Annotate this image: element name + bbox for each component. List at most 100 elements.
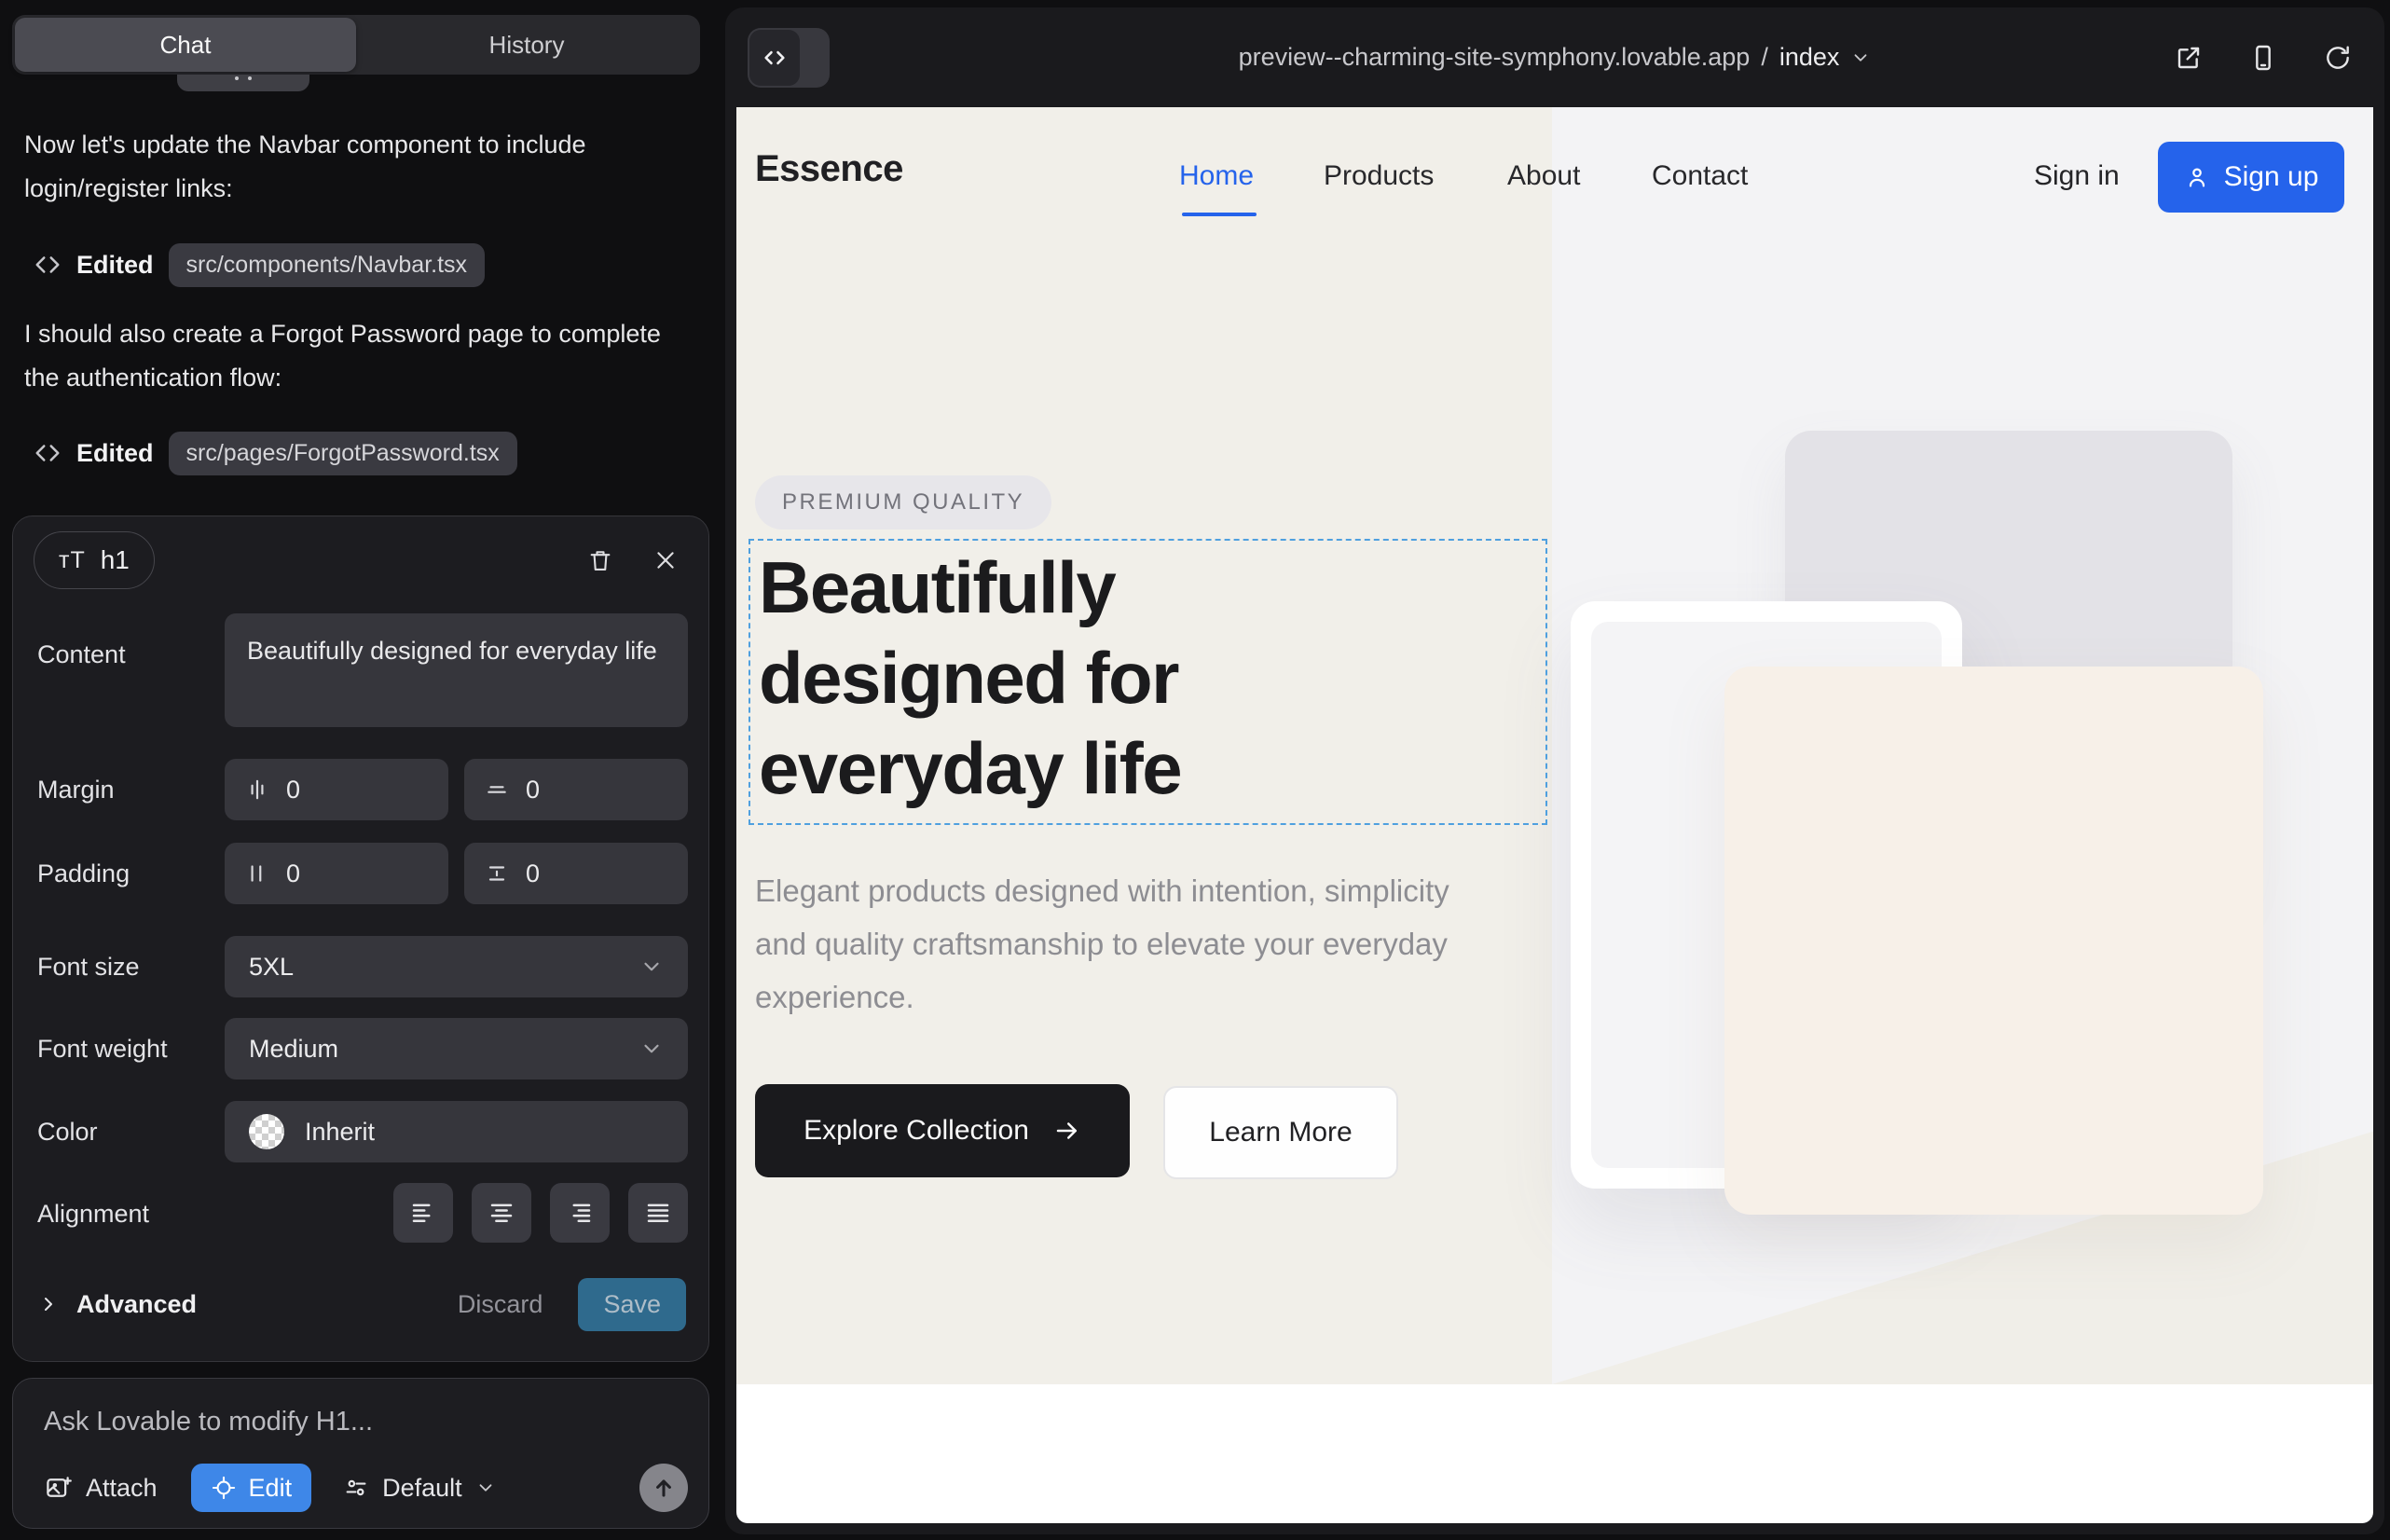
save-button[interactable]: Save [578, 1278, 686, 1331]
edited-label: Edited [76, 439, 154, 468]
attach-label: Attach [86, 1474, 158, 1503]
padding-vertical-icon [485, 861, 509, 886]
delete-element-button[interactable] [582, 542, 619, 579]
edit-mode-pill[interactable]: Edit [191, 1464, 312, 1512]
code-icon [34, 251, 62, 279]
open-in-new-tab-button[interactable] [2170, 39, 2207, 76]
explore-collection-label: Explore Collection [804, 1115, 1029, 1147]
user-icon [2184, 164, 2210, 190]
hero-decoration-rect-cream [1724, 667, 2263, 1215]
preview-toolbar: preview--charming-site-symphony.lovable.… [725, 7, 2384, 107]
padding-vertical-input[interactable]: 0 [464, 843, 688, 904]
editor-header: тT h1 [34, 531, 684, 589]
nav-link-products[interactable]: Products [1324, 160, 1434, 192]
refresh-icon [2323, 43, 2353, 73]
url-separator: / [1761, 43, 1768, 72]
alignment-button-group [393, 1183, 688, 1243]
premium-quality-badge: PREMIUM QUALITY [755, 475, 1051, 529]
learn-more-button[interactable]: Learn More [1163, 1086, 1398, 1179]
chevron-down-icon [475, 1478, 496, 1498]
font-weight-label: Font weight [37, 1035, 168, 1064]
mobile-view-button[interactable] [2245, 39, 2282, 76]
tab-chat[interactable]: Chat [15, 18, 356, 72]
margin-horizontal-value: 0 [286, 776, 300, 804]
arrow-right-icon [1053, 1117, 1081, 1145]
align-justify-button[interactable] [628, 1183, 688, 1243]
url-host: preview--charming-site-symphony.lovable.… [1239, 43, 1751, 72]
margin-vertical-icon [485, 777, 509, 802]
image-plus-icon [44, 1474, 72, 1502]
edited-file-row[interactable]: Edited src/components/Navbar.tsx [34, 241, 485, 289]
type-icon: тT [59, 547, 86, 574]
close-editor-button[interactable] [647, 542, 684, 579]
margin-label: Margin [37, 776, 115, 804]
hero-heading-line: Beautifully [759, 543, 1181, 633]
padding-horizontal-icon [245, 861, 269, 886]
padding-vertical-value: 0 [526, 859, 540, 888]
advanced-label: Advanced [76, 1290, 197, 1319]
chevron-right-icon [37, 1293, 60, 1315]
align-right-button[interactable] [550, 1183, 610, 1243]
file-path-chip[interactable]: src/pages/ForgotPassword.tsx [169, 432, 517, 475]
site-logo[interactable]: Essence [755, 148, 903, 190]
chat-sidebar: Chat History Now let's update the Navbar… [0, 0, 722, 1540]
chat-message: Now let's update the Navbar component to… [24, 123, 681, 211]
color-swatch-transparent [249, 1114, 284, 1149]
edited-label: Edited [76, 251, 154, 280]
file-path-chip[interactable]: src/components/Navbar.tsx [169, 243, 486, 287]
explore-collection-button[interactable]: Explore Collection [755, 1084, 1130, 1177]
attach-button[interactable]: Attach [44, 1474, 158, 1503]
h1-selection-outline[interactable]: Beautifully designed for everyday life [749, 539, 1547, 825]
element-editor-panel: тT h1 Content Beautifully designed for e… [12, 516, 709, 1362]
alignment-label: Alignment [37, 1200, 149, 1229]
mode-selector[interactable]: Default [343, 1474, 496, 1503]
nav-link-home[interactable]: Home [1179, 160, 1254, 192]
smartphone-icon [2248, 43, 2278, 73]
site-navbar: Essence Home Products About Contact Sign… [736, 107, 2373, 247]
active-nav-underline [1182, 213, 1257, 216]
content-input[interactable]: Beautifully designed for everyday life [225, 613, 688, 727]
hero-heading-line: designed for [759, 633, 1181, 723]
hero-paragraph: Elegant products designed with intention… [755, 864, 1501, 1024]
font-size-value: 5XL [249, 953, 294, 982]
url-page: index [1779, 43, 1840, 72]
edited-file-row[interactable]: Edited src/pages/ForgotPassword.tsx [34, 429, 517, 477]
refresh-button[interactable] [2319, 39, 2356, 76]
align-left-icon [409, 1199, 437, 1227]
advanced-toggle[interactable]: Advanced [37, 1290, 197, 1319]
tab-history[interactable]: History [356, 18, 697, 72]
nav-link-about[interactable]: About [1507, 160, 1580, 192]
scrolled-chip-partial [177, 75, 309, 91]
prompt-input[interactable]: Ask Lovable to modify H1... [44, 1407, 373, 1437]
sign-up-button[interactable]: Sign up [2158, 142, 2344, 213]
edit-label: Edit [249, 1474, 293, 1503]
align-center-button[interactable] [472, 1183, 531, 1243]
font-size-select[interactable]: 5XL [225, 936, 688, 997]
lovable-app-window: Chat History Now let's update the Navbar… [0, 0, 2390, 1540]
margin-horizontal-input[interactable]: 0 [225, 759, 448, 820]
nav-link-contact[interactable]: Contact [1652, 160, 1748, 192]
padding-label: Padding [37, 859, 130, 888]
chevron-down-icon [639, 955, 664, 979]
align-right-icon [566, 1199, 594, 1227]
padding-horizontal-input[interactable]: 0 [225, 843, 448, 904]
sign-in-link[interactable]: Sign in [2034, 160, 2120, 192]
font-weight-value: Medium [249, 1035, 338, 1064]
margin-vertical-value: 0 [526, 776, 540, 804]
close-icon [653, 548, 678, 572]
selected-element-pill[interactable]: тT h1 [34, 531, 155, 589]
discard-button[interactable]: Discard [458, 1290, 543, 1319]
arrow-up-icon [651, 1475, 677, 1501]
chat-history-tabs: Chat History [12, 15, 700, 75]
site-viewport: Essence Home Products About Contact Sign… [736, 107, 2373, 1523]
send-button[interactable] [639, 1464, 688, 1512]
mode-label: Default [382, 1474, 462, 1503]
margin-vertical-input[interactable]: 0 [464, 759, 688, 820]
color-select[interactable]: Inherit [225, 1101, 688, 1162]
font-weight-select[interactable]: Medium [225, 1018, 688, 1079]
align-left-button[interactable] [393, 1183, 453, 1243]
font-size-label: Font size [37, 953, 140, 982]
padding-horizontal-value: 0 [286, 859, 300, 888]
chevron-down-icon [639, 1037, 664, 1061]
url-bar[interactable]: preview--charming-site-symphony.lovable.… [725, 7, 2384, 107]
